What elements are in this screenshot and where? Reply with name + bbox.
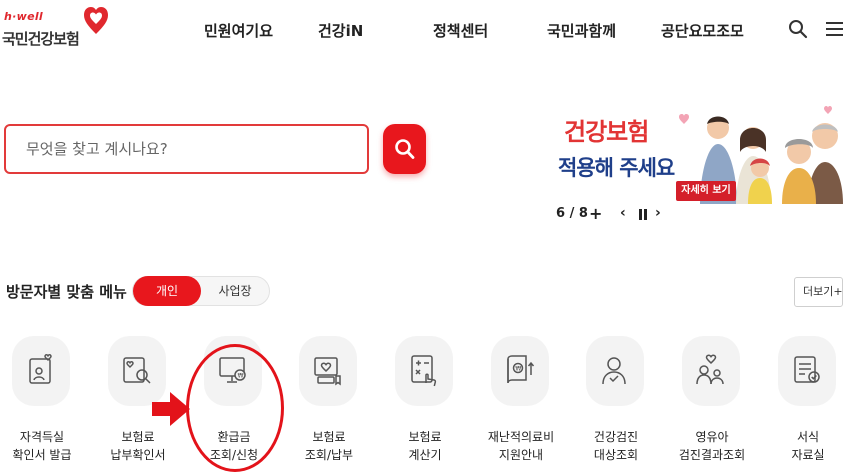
search-button[interactable] [383,124,426,174]
document-search-icon [123,357,151,384]
monitor-heart-icon [314,357,341,386]
custom-menu-title: 방문자별 맞춤 메뉴 [6,283,127,301]
tile-label: 건강검진 대상조회 [593,430,639,462]
nav-item-civil-service[interactable]: 민원여기요 [204,20,273,41]
pause-icon[interactable] [639,209,647,220]
red-arrow-annotation [152,392,190,426]
nav-item-with-people[interactable]: 국민과함께 [547,20,616,41]
book-won-icon: ₩ [507,355,535,384]
promo-banner[interactable]: 건강보험 적용해 주세요 자세히 보기 [550,100,843,210]
tile-label: 재난적의료비 지원안내 [487,430,555,462]
tile-label: 영유아 검진결과조회 [678,430,746,462]
search-input[interactable] [4,124,369,174]
banner-title-line1: 건강보험 [564,118,649,146]
search-icon[interactable] [788,19,808,39]
person-check-icon [602,357,626,385]
main-nav: 민원여기요 건강iN 정책센터 국민과함께 공단요모조모 [0,20,843,44]
banner-prev-button[interactable]: ‹ [620,205,626,221]
banner-plus-button[interactable]: + [589,204,602,223]
search-icon [395,139,415,159]
tile-label: 보험료 납부확인서 [110,430,166,462]
nav-item-policy-center[interactable]: 정책센터 [433,20,488,41]
parent-child-heart-icon [696,354,724,385]
calculator-icon [411,355,437,387]
tile-label: 보험료 계산기 [408,430,442,462]
banner-pager: 6 / 8 [556,206,588,221]
red-circle-annotation [186,344,284,472]
toggle-business[interactable]: 사업장 [201,277,269,305]
nav-item-health-in[interactable]: 건강iN [318,20,363,41]
tile-label: 자격득실 확인서 발급 [12,430,72,462]
banner-next-button[interactable]: › [655,205,661,221]
svg-text:₩: ₩ [515,366,521,373]
toggle-personal[interactable]: 개인 [133,276,201,306]
hamburger-menu-icon[interactable] [824,21,843,37]
form-document-icon [794,356,820,383]
banner-details-button[interactable]: 자세히 보기 [676,181,736,201]
id-card-heart-icon [29,354,52,384]
visitor-type-toggle: 개인 사업장 [132,276,270,306]
tile-label: 서식 자료실 [791,430,825,462]
tile-label: 보험료 조회/납부 [304,430,354,462]
more-button[interactable]: 더보기+ [794,277,843,307]
nav-item-about[interactable]: 공단요모조모 [661,20,744,41]
banner-title-line2: 적용해 주세요 [558,156,675,180]
